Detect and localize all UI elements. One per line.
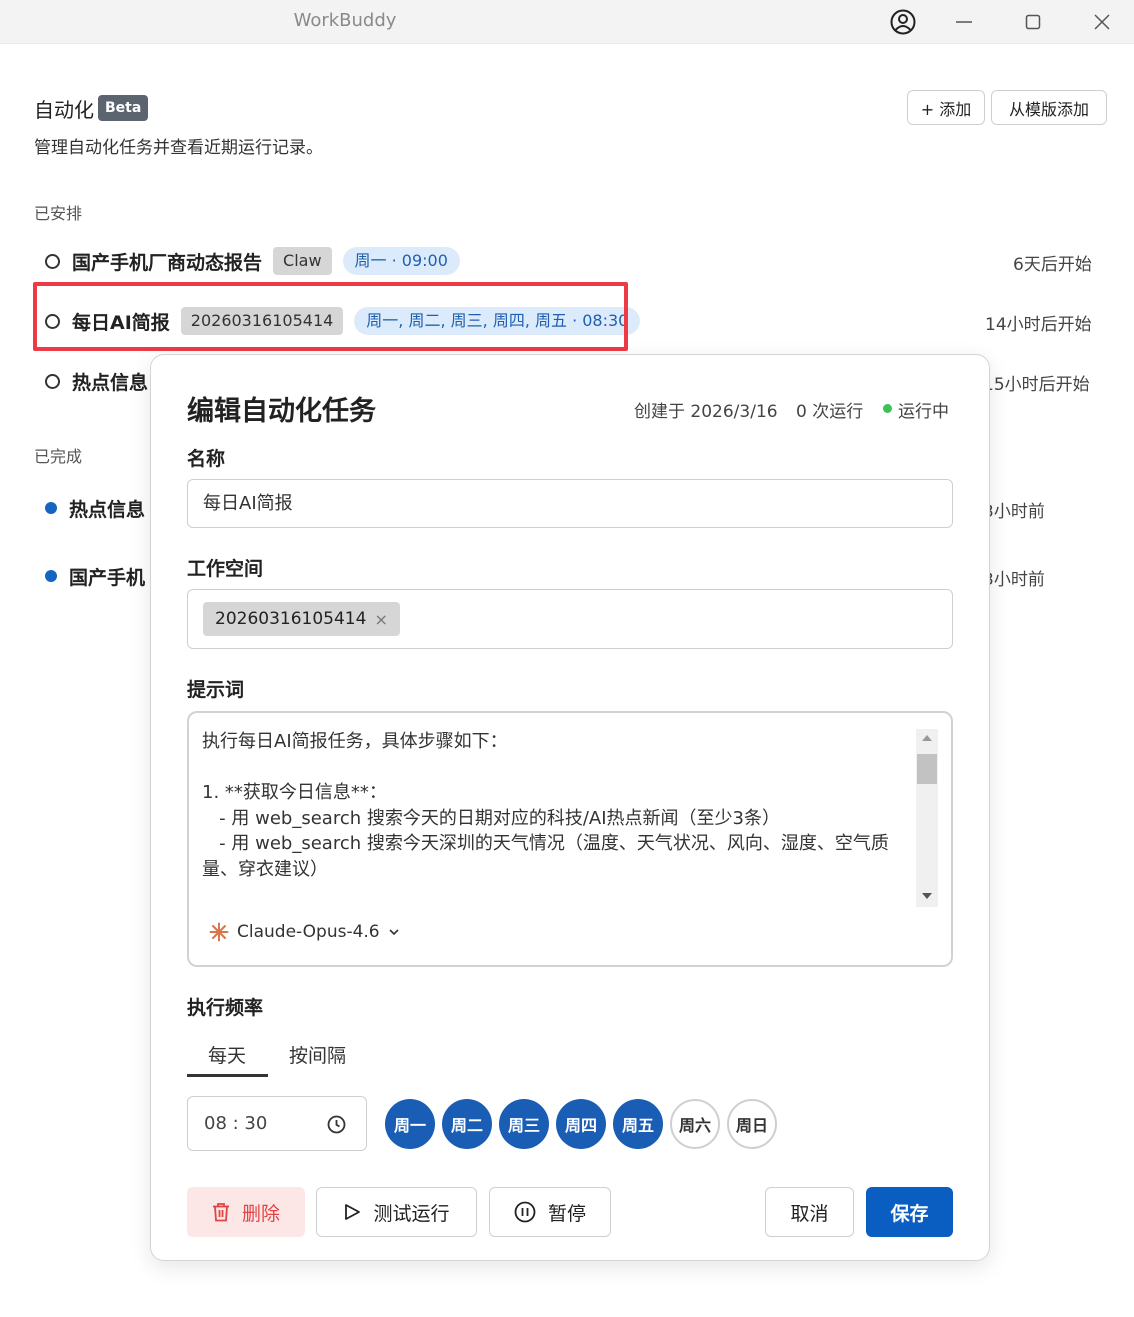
clock-icon [327, 1115, 346, 1134]
prompt-label: 提示词 [187, 679, 245, 701]
day-friday[interactable]: 周五 [613, 1099, 663, 1149]
task-status: 6天后开始 [1013, 255, 1092, 275]
model-name: Claude-Opus-4.6 [237, 922, 380, 942]
pause-label: 暂停 [547, 1202, 586, 1225]
beta-badge: Beta [98, 95, 149, 121]
task-row[interactable]: 国产手机厂商动态报告 Claw 周一 · 09:00 [45, 246, 460, 276]
completed-dot-icon [45, 570, 57, 582]
day-saturday[interactable]: 周六 [670, 1099, 720, 1149]
run-count: 0 次运行 [796, 402, 864, 422]
minimize-icon [956, 21, 972, 23]
save-button[interactable]: 保存 [866, 1187, 953, 1237]
close-button[interactable] [1084, 6, 1120, 38]
window-title: WorkBuddy [293, 10, 397, 31]
name-input[interactable]: 每日AI简报 [187, 479, 953, 528]
created-date: 创建于 2026/3/16 [634, 402, 778, 422]
name-label: 名称 [187, 448, 226, 470]
remove-chip-icon[interactable]: × [374, 610, 387, 629]
page-title: 自动化 [34, 98, 94, 122]
task-name: 热点信息 [72, 371, 149, 394]
scroll-down-icon[interactable] [922, 893, 932, 899]
scroll-thumb[interactable] [917, 754, 937, 784]
trash-icon [212, 1203, 229, 1222]
delete-label: 删除 [241, 1202, 280, 1225]
prompt-editor[interactable]: 执行每日AI简报任务，具体步骤如下： 1. **获取今日信息**： - 用 we… [187, 711, 953, 967]
task-status: 15小时后开始 [983, 375, 1090, 395]
day-sunday[interactable]: 周日 [727, 1099, 777, 1149]
title-bar: WorkBuddy [0, 0, 1134, 44]
time-value: 08 : 30 [204, 1113, 268, 1134]
task-name: 国产手机厂商动态报告 [72, 251, 263, 274]
delete-button[interactable]: 删除 [187, 1187, 305, 1237]
frequency-label: 执行频率 [187, 997, 264, 1019]
task-name: 国产手机 [69, 566, 146, 589]
edit-task-dialog: 编辑自动化任务 创建于 2026/3/16 0 次运行 运行中 名称 每日AI简… [150, 354, 990, 1261]
circle-icon [45, 253, 60, 269]
status-dot-icon [883, 404, 892, 413]
cancel-button[interactable]: 取消 [765, 1187, 854, 1237]
completed-time: 3小时前 [983, 570, 1045, 590]
task-row[interactable]: 热点信息 [45, 366, 148, 396]
claude-spark-icon [209, 922, 229, 942]
workspace-field[interactable]: 20260316105414 × [187, 589, 953, 649]
maximize-button[interactable] [1015, 6, 1051, 38]
dialog-title: 编辑自动化任务 [187, 396, 376, 427]
day-thursday[interactable]: 周四 [556, 1099, 606, 1149]
completed-time: 3小时前 [983, 502, 1045, 522]
scroll-up-icon[interactable] [922, 735, 932, 741]
section-label-scheduled: 已安排 [34, 204, 83, 223]
prompt-scrollbar[interactable] [916, 729, 938, 907]
completed-row[interactable]: 热点信息 [45, 493, 145, 523]
active-tab-indicator [187, 1074, 268, 1077]
chevron-down-icon [389, 929, 399, 936]
add-button[interactable]: + 添加 [907, 90, 985, 125]
day-tuesday[interactable]: 周二 [442, 1099, 492, 1149]
time-picker[interactable]: 08 : 30 [187, 1096, 367, 1151]
task-status: 14小时后开始 [985, 315, 1092, 335]
status-text: 运行中 [898, 402, 949, 422]
section-label-completed: 已完成 [34, 447, 83, 466]
completed-dot-icon [45, 502, 57, 514]
completed-row[interactable]: 国产手机 [45, 561, 145, 591]
schedule-tag: 周一 · 09:00 [342, 247, 460, 275]
account-button[interactable] [885, 6, 921, 38]
workspace-label: 工作空间 [187, 558, 264, 580]
test-run-label: 测试运行 [373, 1202, 450, 1225]
pause-button[interactable]: 暂停 [489, 1187, 611, 1237]
day-wednesday[interactable]: 周三 [499, 1099, 549, 1149]
workspace-chip: 20260316105414 × [203, 602, 400, 636]
close-icon [1094, 14, 1110, 30]
maximize-icon [1025, 14, 1041, 30]
play-icon [345, 1204, 361, 1220]
task-name: 热点信息 [69, 498, 146, 521]
test-run-button[interactable]: 测试运行 [316, 1187, 477, 1237]
page-subtitle: 管理自动化任务并查看近期运行记录。 [34, 138, 323, 158]
add-from-template-button[interactable]: 从模版添加 [991, 90, 1107, 125]
circle-icon [45, 373, 60, 389]
pause-icon [514, 1201, 536, 1223]
minimize-button[interactable] [946, 6, 982, 38]
user-circle-icon [890, 9, 916, 35]
tab-interval[interactable]: 按间隔 [289, 1041, 346, 1068]
selection-highlight [33, 282, 628, 351]
workspace-chip-label: 20260316105414 [215, 609, 367, 629]
model-selector[interactable]: Claude-Opus-4.6 [209, 919, 400, 945]
task-tag: Claw [273, 247, 332, 275]
prompt-textarea[interactable]: 执行每日AI简报任务，具体步骤如下： 1. **获取今日信息**： - 用 we… [202, 729, 914, 882]
tab-daily[interactable]: 每天 [208, 1041, 246, 1068]
day-monday[interactable]: 周一 [385, 1099, 435, 1149]
